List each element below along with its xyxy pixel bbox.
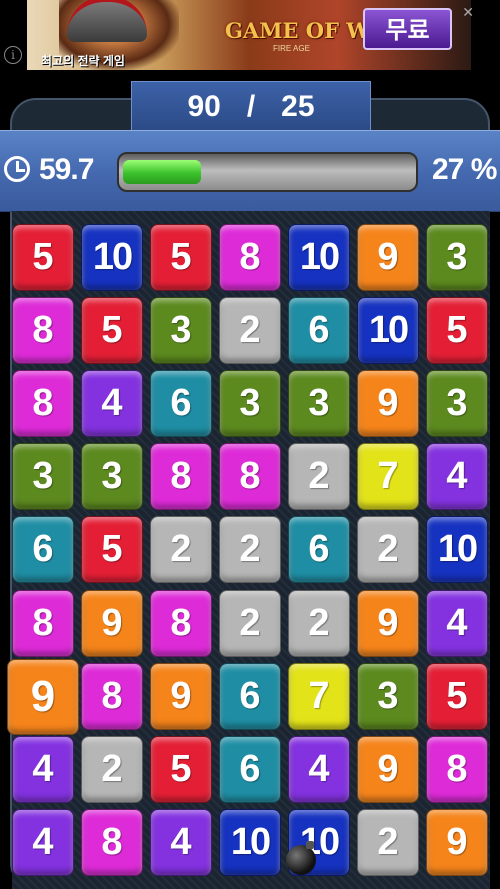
bomb-icon xyxy=(286,841,316,875)
tile[interactable]: 2 xyxy=(357,809,419,876)
tile[interactable]: 3 xyxy=(426,370,488,437)
ad-close-icon[interactable]: ✕ xyxy=(462,4,474,21)
tile[interactable]: 5 xyxy=(12,224,74,291)
ad-info-icon[interactable]: i xyxy=(4,46,22,64)
tile[interactable]: 6 xyxy=(288,297,350,364)
tile[interactable]: 9 xyxy=(357,736,419,803)
tile[interactable]: 10 xyxy=(357,297,419,364)
tile[interactable]: 4 xyxy=(426,443,488,510)
tile[interactable]: 5 xyxy=(150,736,212,803)
tile[interactable]: 9 xyxy=(357,370,419,437)
tile[interactable]: 8 xyxy=(12,297,74,364)
tile[interactable]: 2 xyxy=(81,736,143,803)
tile[interactable]: 5 xyxy=(81,516,143,583)
tile[interactable]: 4 xyxy=(426,590,488,657)
tile[interactable]: 2 xyxy=(150,516,212,583)
tile[interactable]: 8 xyxy=(81,663,143,730)
tile[interactable]: 9 xyxy=(81,590,143,657)
tile[interactable]: 9 xyxy=(150,663,212,730)
tile[interactable]: 3 xyxy=(219,370,281,437)
score-current: 90 xyxy=(187,89,221,123)
tile[interactable]: 4 xyxy=(81,370,143,437)
tile[interactable]: 8 xyxy=(12,370,74,437)
tile[interactable]: 7 xyxy=(288,663,350,730)
tile[interactable]: 4 xyxy=(150,809,212,876)
tile[interactable]: 2 xyxy=(219,297,281,364)
tile[interactable]: 2 xyxy=(288,590,350,657)
progress-bar xyxy=(117,152,418,192)
progress-bar-fill xyxy=(123,160,201,184)
tile[interactable]: 3 xyxy=(288,370,350,437)
tile[interactable]: 9 xyxy=(357,224,419,291)
tile[interactable]: 3 xyxy=(12,443,74,510)
tile[interactable]: 8 xyxy=(219,443,281,510)
ad-free-button[interactable]: 무료 xyxy=(363,8,452,50)
tile[interactable]: 6 xyxy=(219,663,281,730)
score-separator: / xyxy=(246,89,256,123)
tile[interactable]: 2 xyxy=(219,590,281,657)
tile[interactable]: 3 xyxy=(426,224,488,291)
tile[interactable]: 8 xyxy=(81,809,143,876)
tile[interactable]: 3 xyxy=(357,663,419,730)
tile[interactable]: 10 xyxy=(288,224,350,291)
score-target: 25 xyxy=(281,89,315,123)
tile[interactable]: 9 xyxy=(357,590,419,657)
tile[interactable]: 5 xyxy=(426,663,488,730)
ad-tagline: 최고의 전략 게임 xyxy=(41,54,125,68)
tile[interactable]: 9 xyxy=(426,809,488,876)
clock-icon xyxy=(4,156,30,182)
score-panel: 90 / 25 xyxy=(131,81,371,131)
tile[interactable]: 2 xyxy=(357,516,419,583)
tile[interactable]: 3 xyxy=(81,443,143,510)
tile[interactable]: 10 xyxy=(81,224,143,291)
tile[interactable]: 3 xyxy=(150,297,212,364)
tile[interactable]: 7 xyxy=(357,443,419,510)
tile[interactable]: 5 xyxy=(150,224,212,291)
time-remaining: 59.7 xyxy=(39,153,94,186)
tile[interactable]: 4 xyxy=(12,736,74,803)
status-bar: 59.7 27 % xyxy=(0,130,500,212)
tile[interactable]: 6 xyxy=(288,516,350,583)
tile[interactable]: 8 xyxy=(426,736,488,803)
tile[interactable]: 8 xyxy=(12,590,74,657)
tile[interactable]: 8 xyxy=(150,590,212,657)
tile[interactable]: 10 xyxy=(219,809,281,876)
progress-percent: 27 % xyxy=(432,153,497,186)
ad-banner[interactable]: GAME OF WAR FIRE AGE 최고의 전략 게임 무료 i ✕ xyxy=(0,0,500,70)
game-board: 5 10 5 8 10 9 3 8 5 3 2 6 10 5 8 4 6 3 3 9 3 3 3 8 8 2 7 4 6 5 2 2 6 2 10 8… xyxy=(7,211,490,889)
tile[interactable]: 5 xyxy=(426,297,488,364)
tile[interactable]: 2 xyxy=(288,443,350,510)
tile[interactable]: 2 xyxy=(219,516,281,583)
ad-helmet-art xyxy=(67,0,147,42)
ad-image[interactable]: GAME OF WAR FIRE AGE 최고의 전략 게임 무료 xyxy=(27,0,471,70)
tile[interactable]: 5 xyxy=(81,297,143,364)
ad-logo-subtitle: FIRE AGE xyxy=(273,44,310,53)
tile[interactable]: 4 xyxy=(12,809,74,876)
tile[interactable]: 10 xyxy=(426,516,488,583)
tile[interactable]: 6 xyxy=(12,516,74,583)
tile[interactable]: 6 xyxy=(150,370,212,437)
tile[interactable]: 6 xyxy=(219,736,281,803)
tile-selected[interactable]: 9 xyxy=(7,659,79,735)
tile[interactable]: 8 xyxy=(150,443,212,510)
tile[interactable]: 4 xyxy=(288,736,350,803)
tile[interactable]: 8 xyxy=(219,224,281,291)
